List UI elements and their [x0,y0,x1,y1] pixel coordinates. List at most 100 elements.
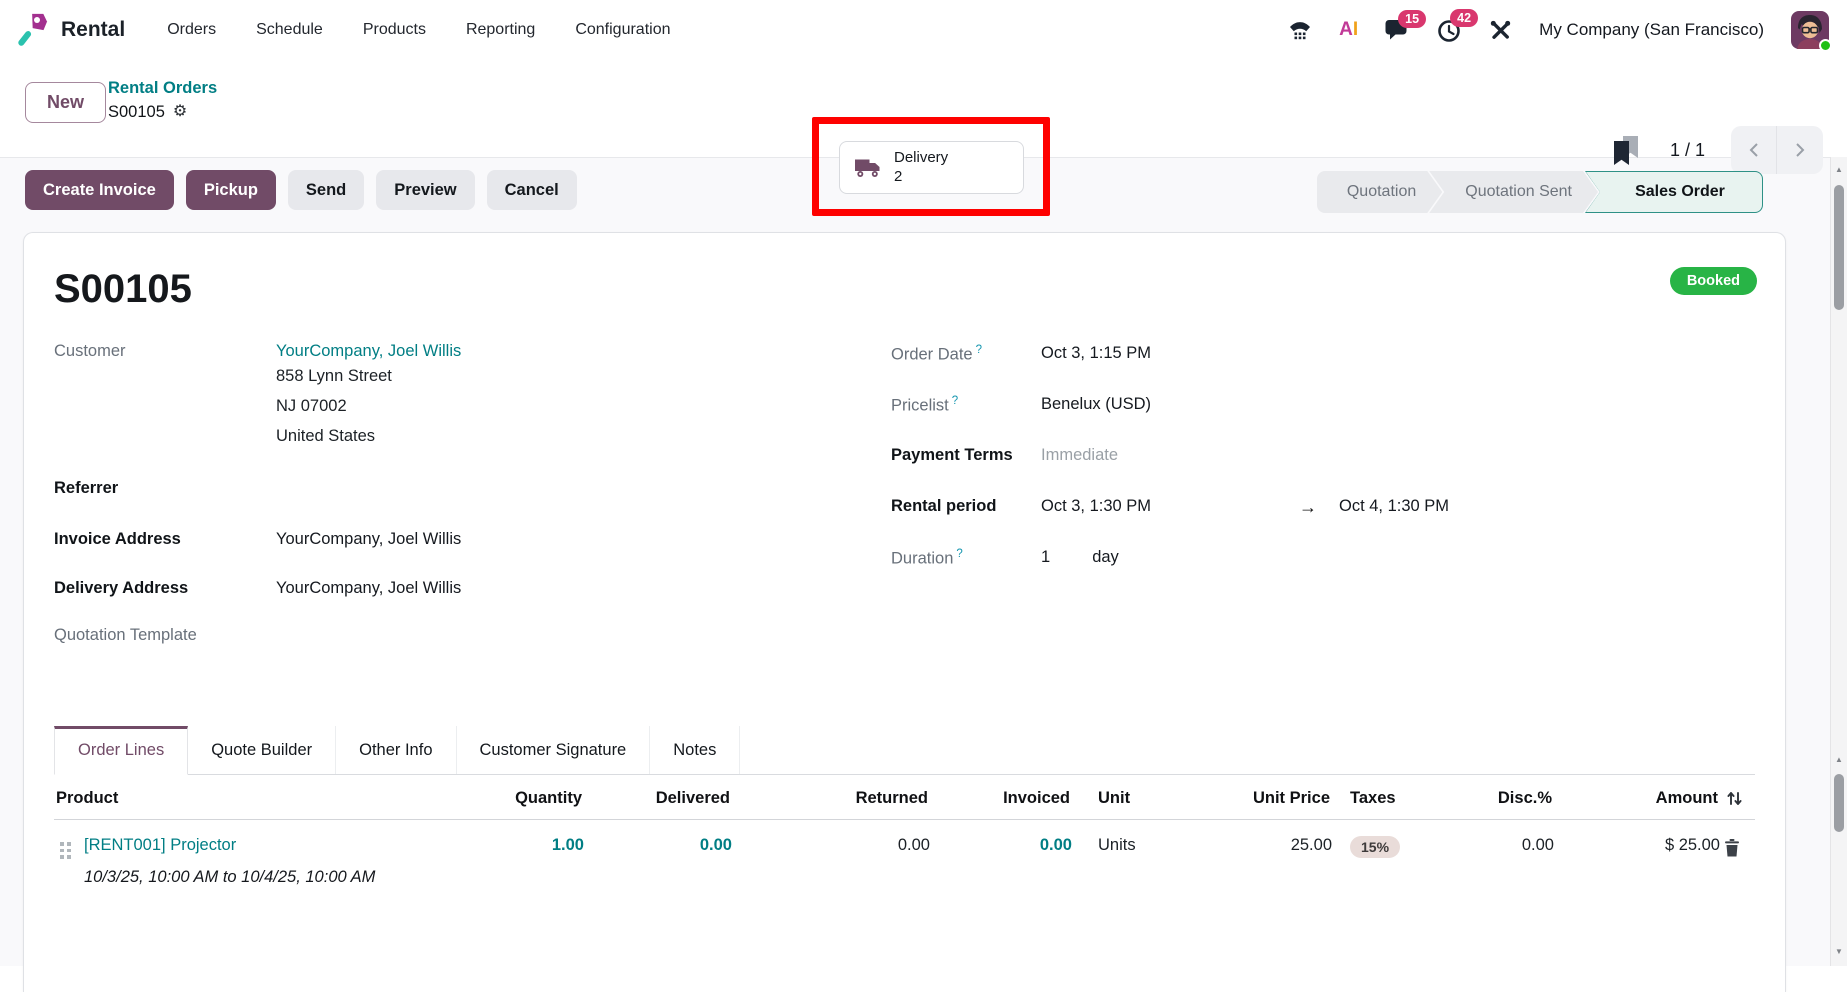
referrer-label: Referrer [54,477,276,498]
customer-country: United States [276,421,461,451]
duration-value[interactable]: 1 [1041,546,1050,577]
order-date-value[interactable]: Oct 3, 1:15 PM [1041,342,1151,373]
scrollbar-thumb[interactable] [1834,774,1844,832]
col-unit-price[interactable]: Unit Price [1204,775,1332,820]
col-disc[interactable]: Disc.% [1428,775,1554,820]
messages-icon[interactable]: 15 [1385,19,1410,42]
col-amount[interactable]: Amount [1554,775,1720,820]
scroll-up-icon[interactable]: ▲ [1831,165,1847,174]
menu-products[interactable]: Products [363,21,426,39]
product-description[interactable]: 10/3/25, 10:00 AM to 10/4/25, 10:00 AM [84,863,384,891]
rental-period-label: Rental period [891,495,1041,526]
cell-amount[interactable]: $ 25.00 [1554,820,1720,892]
cell-quantity[interactable]: 1.00 [444,820,584,892]
pager-previous-button[interactable] [1731,126,1777,174]
duration-label: Duration? [891,546,1041,577]
status-step-quotation-sent[interactable]: Quotation Sent [1429,171,1598,213]
tab-notes[interactable]: Notes [649,726,740,774]
col-invoiced[interactable]: Invoiced [930,775,1072,820]
cell-unit[interactable]: Units [1072,820,1204,892]
drag-handle[interactable] [54,820,84,892]
status-step-sales-order[interactable]: Sales Order [1585,171,1763,213]
scrollbar-thumb[interactable] [1834,185,1844,310]
arrow-right-icon: → [1299,497,1317,518]
menu-orders[interactable]: Orders [167,21,216,39]
cell-disc[interactable]: 0.00 [1428,820,1554,892]
activities-badge: 42 [1450,9,1478,27]
breadcrumb-parent-link[interactable]: Rental Orders [108,76,217,100]
toggle-columns-icon[interactable] [1720,775,1755,820]
delivery-address-field: Delivery Address YourCompany, Joel Willi… [54,577,754,598]
cell-delivered[interactable]: 0.00 [584,820,732,892]
pager-counter: 1 / 1 [1670,140,1705,161]
scroll-down-icon[interactable]: ▼ [1831,947,1847,956]
create-invoice-button[interactable]: Create Invoice [25,170,174,210]
status-step-quotation[interactable]: Quotation [1317,171,1442,213]
payment-terms-value[interactable]: Immediate [1041,444,1118,475]
cell-unit-price[interactable]: 25.00 [1204,820,1332,892]
invoice-address-value[interactable]: YourCompany, Joel Willis [276,528,461,549]
systray: AI 15 42 My Company (San Fran [1288,11,1829,49]
menu-reporting[interactable]: Reporting [466,21,535,39]
order-line-row[interactable]: [RENT001] Projector 10/3/25, 10:00 AM to… [54,820,1755,892]
actions-gear-icon[interactable]: ⚙ [173,100,187,124]
quotation-template-label: Quotation Template [54,624,276,645]
cell-taxes[interactable]: 15% [1332,820,1428,892]
truck-icon [854,157,883,179]
delivery-smart-button[interactable]: Delivery 2 [839,141,1024,194]
field-zone: Customer YourCompany, Joel Willis 858 Ly… [54,340,1755,700]
referrer-field: Referrer [54,477,754,498]
rental-end-date[interactable]: Oct 4, 1:30 PM [1339,497,1449,516]
user-avatar[interactable] [1791,11,1829,49]
tab-customer-signature[interactable]: Customer Signature [456,726,650,774]
tab-order-lines[interactable]: Order Lines [54,726,188,775]
col-taxes[interactable]: Taxes [1332,775,1428,820]
duration-unit: day [1092,546,1119,577]
col-returned[interactable]: Returned [732,775,930,820]
rental-start-date[interactable]: Oct 3, 1:30 PM [1041,497,1299,516]
product-link[interactable]: [RENT001] Projector [84,836,444,855]
order-date-field: Order Date? Oct 3, 1:15 PM [891,342,1551,373]
quotation-template-field: Quotation Template [54,624,754,645]
cell-returned[interactable]: 0.00 [732,820,930,892]
vertical-scrollbar[interactable]: ▲ ▲ ▼ [1830,157,1847,966]
menu-schedule[interactable]: Schedule [256,21,323,39]
cell-invoiced[interactable]: 0.00 [930,820,1072,892]
top-navbar: Rental Orders Schedule Products Reportin… [0,0,1847,60]
col-product[interactable]: Product [54,775,444,820]
duration-field: Duration? 1 day [891,546,1551,577]
new-button[interactable]: New [25,82,106,123]
tab-quote-builder[interactable]: Quote Builder [188,726,335,774]
cancel-button[interactable]: Cancel [487,170,577,210]
ai-icon[interactable]: AI [1339,19,1358,41]
col-delivered[interactable]: Delivered [584,775,732,820]
pickup-button[interactable]: Pickup [186,170,276,210]
pricelist-value[interactable]: Benelux (USD) [1041,393,1151,424]
activities-clock-icon[interactable]: 42 [1437,18,1462,43]
send-button[interactable]: Send [288,170,364,210]
delivery-address-value[interactable]: YourCompany, Joel Willis [276,577,461,598]
preview-button[interactable]: Preview [376,170,474,210]
menu-configuration[interactable]: Configuration [575,21,670,39]
scroll-up-icon[interactable]: ▲ [1831,755,1847,764]
company-switcher[interactable]: My Company (San Francisco) [1539,20,1764,40]
right-field-column: Order Date? Oct 3, 1:15 PM Pricelist? Be… [891,342,1551,597]
left-field-column: Customer YourCompany, Joel Willis 858 Ly… [54,340,754,645]
tab-other-info[interactable]: Other Info [335,726,455,774]
col-quantity[interactable]: Quantity [444,775,584,820]
order-date-label: Order Date? [891,342,1041,373]
status-pipeline: Quotation Quotation Sent Sales Order [1317,171,1763,213]
customer-label: Customer [54,340,276,451]
col-unit[interactable]: Unit [1072,775,1204,820]
voip-phone-icon[interactable] [1288,19,1312,42]
bookmark-icon[interactable] [1612,136,1640,165]
tools-icon[interactable] [1489,19,1512,42]
customer-link[interactable]: YourCompany, Joel Willis [276,342,461,361]
delete-line-trash-icon[interactable] [1720,820,1755,892]
pager-next-button[interactable] [1777,126,1823,174]
smart-button-label: Delivery [894,149,948,168]
pricelist-field: Pricelist? Benelux (USD) [891,393,1551,424]
app-brand[interactable]: Rental [18,12,125,48]
form-sheet: S00105 Booked Customer YourCompany, Joel… [23,232,1786,992]
customer-field: Customer YourCompany, Joel Willis 858 Ly… [54,340,754,451]
